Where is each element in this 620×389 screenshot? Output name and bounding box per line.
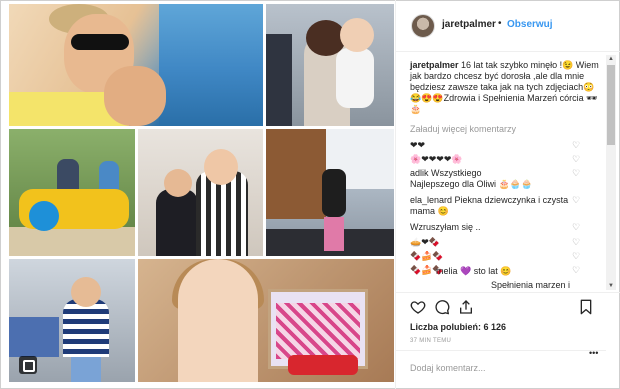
- photo-ski-resort: [266, 129, 394, 256]
- comment-like-icon[interactable]: ♡: [572, 196, 581, 205]
- post-header: jaretpalmer • Obserwuj: [396, 0, 620, 52]
- comment-item: Wzruszyłam się ..: [410, 222, 481, 232]
- photo-playground-kids: [9, 129, 135, 256]
- like-count[interactable]: Liczba polubień: 6 126: [410, 322, 506, 332]
- photo-girl-striped-shirt: [9, 259, 135, 382]
- photo-boy-and-girl: [138, 129, 263, 256]
- more-options-icon[interactable]: •••: [589, 348, 598, 358]
- post-side-panel: jaretpalmer • Obserwuj jaretpalmer 16 la…: [395, 0, 620, 389]
- add-comment-bar: [396, 350, 606, 382]
- add-comment-input[interactable]: [410, 361, 590, 375]
- comment-item: 🥧❤🍫: [410, 237, 440, 247]
- share-arrow-icon[interactable]: [458, 299, 474, 315]
- multiple-photos-icon: [19, 356, 37, 374]
- action-bar: [396, 292, 620, 320]
- photo-seaside-selfie: [9, 4, 263, 126]
- caption: jaretpalmer 16 lat tak szybko minęło !😉 …: [410, 60, 600, 115]
- comment-item: 🌸❤❤❤❤🌸: [410, 154, 463, 164]
- caption-username[interactable]: jaretpalmer: [410, 60, 459, 70]
- comment-item: ❤❤: [410, 140, 426, 150]
- scrollbar-thumb[interactable]: [607, 65, 615, 145]
- photo-woman-with-baby: [266, 4, 394, 126]
- heart-outline-icon[interactable]: [410, 299, 426, 315]
- comment-like-icon[interactable]: ♡: [572, 223, 581, 232]
- comment-item: adlik Wszystkiego: [410, 168, 482, 178]
- comment-item: 🍫🍰🍫: [410, 251, 444, 261]
- scroll-down-arrow-icon[interactable]: ▼: [608, 283, 614, 289]
- comment-like-icon[interactable]: ♡: [572, 141, 581, 150]
- scroll-up-arrow-icon[interactable]: ▲: [608, 56, 614, 62]
- load-more-comments-link[interactable]: Załaduj więcej komentarzy: [410, 124, 516, 134]
- comment-like-icon[interactable]: ♡: [572, 169, 581, 178]
- comment-item: Spełnienia marzen i: [491, 280, 571, 290]
- comments-scrollbar[interactable]: ▲ ▼: [606, 55, 616, 290]
- comment-like-icon[interactable]: ♡: [572, 252, 581, 261]
- comments-list[interactable]: jaretpalmer 16 lat tak szybko minęło !😉 …: [396, 52, 606, 290]
- bookmark-icon[interactable]: [578, 299, 594, 315]
- header-username[interactable]: jaretpalmer: [442, 19, 496, 30]
- post-image-collage[interactable]: [9, 4, 394, 382]
- comment-like-icon[interactable]: ♡: [572, 238, 581, 247]
- avatar[interactable]: [411, 14, 435, 38]
- comment-item: melia 💜 sto lat 😊: [436, 266, 512, 276]
- separator-dot: •: [498, 18, 502, 29]
- comment-like-icon[interactable]: ♡: [572, 155, 581, 164]
- comment-item: Najlepszego dla Oliwi 🎂🧁🧁: [410, 179, 533, 189]
- photo-girl-with-gift: [138, 259, 394, 382]
- follow-button[interactable]: Obserwuj: [507, 19, 553, 30]
- comment-item: mama 😊: [410, 206, 449, 216]
- comment-item: ela_lenard Piekna dziewczynka i czysta: [410, 195, 569, 205]
- post-timestamp[interactable]: 37 MIN TEMU: [410, 338, 451, 344]
- comment-bubble-icon[interactable]: [434, 299, 450, 315]
